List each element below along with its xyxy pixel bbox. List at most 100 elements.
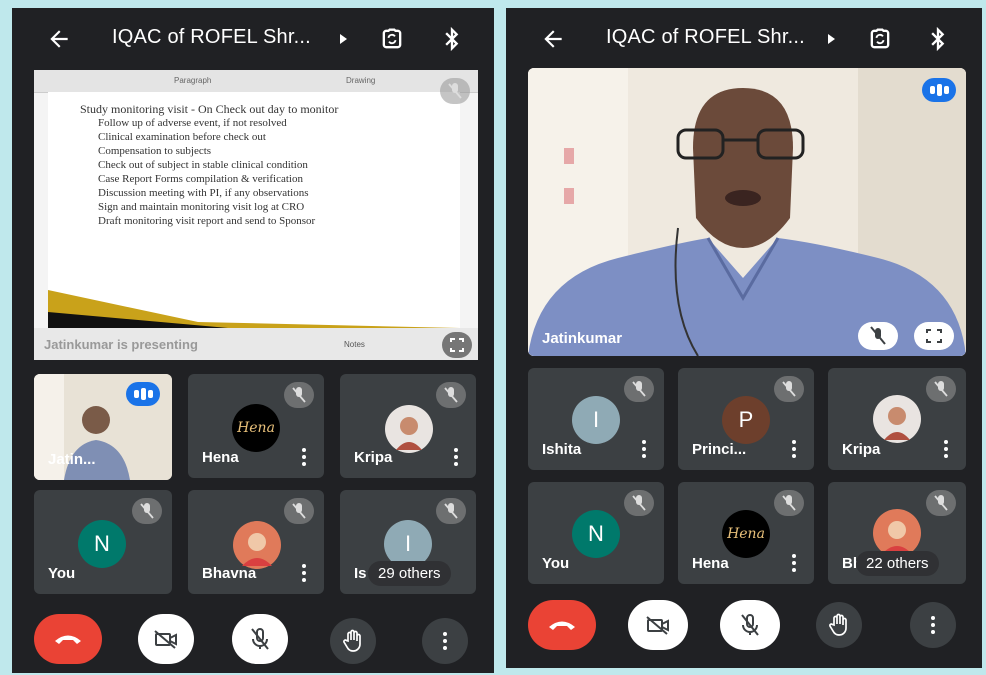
meeting-title[interactable]: IQAC of ROFEL Shr... <box>606 26 805 49</box>
back-arrow-icon[interactable] <box>540 26 566 52</box>
speaker-video <box>528 68 966 356</box>
mute-indicator <box>284 498 314 524</box>
mute-indicator <box>436 382 466 408</box>
slide-gold-swoosh <box>48 290 460 328</box>
more-vert-icon[interactable] <box>302 448 306 466</box>
avatar <box>873 395 921 443</box>
participant-name: Kripa <box>842 441 881 458</box>
avatar: Hena <box>722 510 770 558</box>
slide-bullet: Check out of subject in stable clinical … <box>98 159 308 171</box>
others-count[interactable]: 22 others <box>856 551 939 576</box>
participant-name: Bhavna <box>202 565 257 582</box>
fullscreen-icon <box>450 338 464 352</box>
notes-label: Notes <box>344 340 365 349</box>
camera-toggle-button[interactable] <box>138 614 194 664</box>
fullscreen-button[interactable] <box>914 322 954 350</box>
avatar: P <box>722 396 770 444</box>
fullscreen-button[interactable] <box>442 332 472 358</box>
more-vert-icon[interactable] <box>944 440 948 458</box>
mic-off-icon <box>251 628 269 650</box>
bluetooth-icon[interactable] <box>928 25 948 53</box>
mute-indicator <box>926 490 956 516</box>
participant-name: Jatin... <box>48 451 96 468</box>
avatar: I <box>572 396 620 444</box>
mic-off-icon <box>934 495 948 511</box>
raise-hand-button[interactable] <box>330 618 376 664</box>
switch-camera-icon[interactable] <box>378 25 406 53</box>
speaking-indicator <box>922 78 956 102</box>
participant-tile-kripa[interactable]: Kripa <box>340 374 476 478</box>
more-vert-icon[interactable] <box>792 440 796 458</box>
raise-hand-button[interactable] <box>816 602 862 648</box>
more-vert-icon[interactable] <box>302 564 306 582</box>
others-count[interactable]: 29 others <box>368 561 451 586</box>
ribbon-drawing-label: Drawing <box>346 76 376 85</box>
caret-right-icon[interactable] <box>340 34 347 44</box>
back-arrow-icon[interactable] <box>46 26 72 52</box>
mic-off-icon <box>632 381 646 397</box>
switch-camera-icon[interactable] <box>866 25 894 53</box>
more-vert-icon <box>443 632 447 650</box>
participant-name: Hena <box>692 555 729 572</box>
participant-tile-ishita[interactable]: I Ishita <box>528 368 664 470</box>
end-call-button[interactable] <box>528 600 596 650</box>
top-bar: IQAC of ROFEL Shr... <box>506 8 982 72</box>
speaking-indicator <box>126 382 160 406</box>
mic-off-icon <box>292 503 306 519</box>
slide-bullet: Clinical examination before check out <box>98 131 266 143</box>
ribbon-paragraph-label: Paragraph <box>174 76 212 85</box>
avatar: N <box>572 510 620 558</box>
participant-tile-bhavna[interactable]: Bhavna <box>188 490 324 594</box>
fullscreen-icon <box>926 329 942 343</box>
caret-right-icon[interactable] <box>828 34 835 44</box>
presentation-view: Paragraph Drawing Study monitoring visit… <box>34 70 478 360</box>
mic-off-icon <box>444 387 458 403</box>
mute-indicator <box>284 382 314 408</box>
end-call-icon <box>55 635 81 644</box>
participant-tile-hena[interactable]: Hena Hena <box>188 374 324 478</box>
mic-off-icon <box>782 381 796 397</box>
mute-indicator <box>774 376 804 402</box>
meeting-screen-right: IQAC of ROFEL Shr... Jatinkumar I Ishita… <box>506 8 982 668</box>
avatar: Hena <box>232 404 280 452</box>
participant-tile-you[interactable]: N You <box>528 482 664 584</box>
more-options-button[interactable] <box>910 602 956 648</box>
raise-hand-icon <box>829 613 847 636</box>
slide-status-bar: Jatinkumar is presenting Notes <box>34 328 478 360</box>
mic-off-icon <box>934 381 948 397</box>
participant-tile-you[interactable]: N You <box>34 490 172 594</box>
meeting-title[interactable]: IQAC of ROFEL Shr... <box>112 26 311 49</box>
top-bar: IQAC of ROFEL Shr... <box>12 8 494 72</box>
end-call-button[interactable] <box>34 614 102 664</box>
participant-name: Ishita <box>542 441 582 458</box>
mute-indicator <box>624 490 654 516</box>
slide: Study monitoring visit - On Check out da… <box>48 92 460 328</box>
slide-bullet: Draft monitoring visit report and send t… <box>98 215 316 227</box>
avatar <box>233 521 281 569</box>
participant-tile-others[interactable]: I Is 29 others <box>340 490 476 594</box>
slide-bullet: Follow up of adverse event, if not resol… <box>98 117 287 129</box>
participant-tile-principal[interactable]: P Princi... <box>678 368 814 470</box>
participant-name: Hena <box>202 449 239 466</box>
more-vert-icon[interactable] <box>792 554 796 572</box>
more-options-button[interactable] <box>422 618 468 664</box>
slide-bullet: Sign and maintain monitoring visit log a… <box>98 201 305 213</box>
participant-name: You <box>48 565 76 582</box>
bluetooth-icon[interactable] <box>442 25 462 53</box>
participant-name: Princi... <box>692 441 747 458</box>
mute-indicator <box>926 376 956 402</box>
main-video: Jatinkumar <box>528 68 966 356</box>
mic-toggle-button[interactable] <box>720 600 780 650</box>
mic-toggle-button[interactable] <box>232 614 288 664</box>
more-vert-icon[interactable] <box>454 448 458 466</box>
avatar: N <box>78 520 126 568</box>
participant-tile-jatin[interactable]: Jatin... <box>34 374 172 480</box>
main-participant-name: Jatinkumar <box>542 330 623 347</box>
camera-toggle-button[interactable] <box>628 600 688 650</box>
presentation-mute-indicator <box>440 78 470 104</box>
participant-tile-others[interactable]: Bh 22 others <box>828 482 966 584</box>
participant-tile-kripa[interactable]: Kripa <box>828 368 966 470</box>
meeting-screen-left: IQAC of ROFEL Shr... Paragraph Drawing S… <box>12 8 494 673</box>
more-vert-icon[interactable] <box>642 440 646 458</box>
participant-tile-hena[interactable]: Hena Hena <box>678 482 814 584</box>
